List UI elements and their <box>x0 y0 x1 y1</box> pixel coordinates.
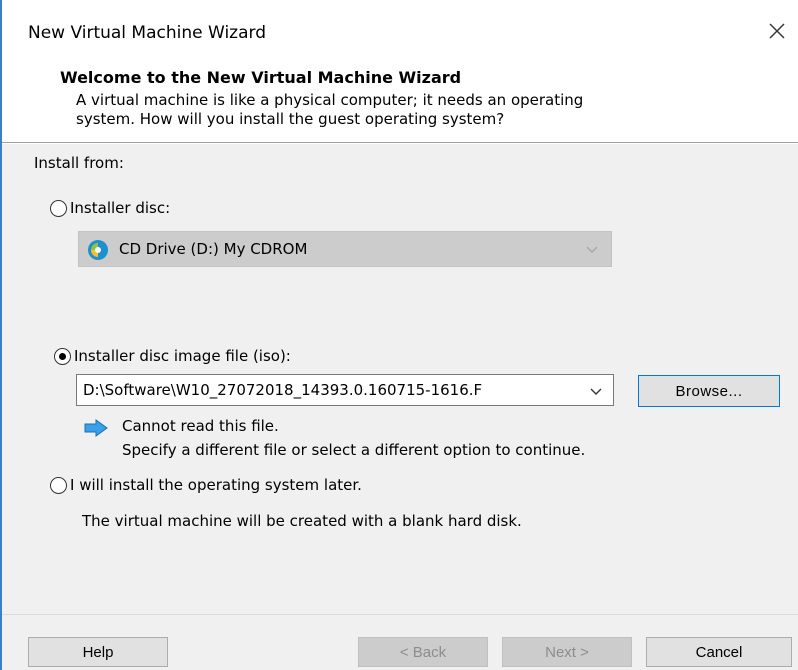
back-button[interactable]: < Back <box>358 637 488 667</box>
chevron-down-icon <box>586 246 598 253</box>
next-button[interactable]: Next > <box>502 637 632 667</box>
install-later-radio[interactable] <box>50 477 67 494</box>
header-subtitle-line1: A virtual machine is like a physical com… <box>76 91 584 109</box>
help-button[interactable]: Help <box>28 637 168 667</box>
browse-button[interactable]: Browse... <box>638 375 780 407</box>
title-bar[interactable]: New Virtual Machine Wizard <box>2 0 798 62</box>
install-from-label: Install from: <box>34 154 124 172</box>
window-title: New Virtual Machine Wizard <box>28 23 266 43</box>
wizard-body: Install from: Installer disc: CD Drive (… <box>2 144 798 614</box>
cd-drive-icon <box>88 240 108 260</box>
radio-selected-dot <box>58 352 66 360</box>
header-subtitle: A virtual machine is like a physical com… <box>76 91 716 129</box>
header-title: Welcome to the New Virtual Machine Wizar… <box>60 68 462 87</box>
chevron-down-icon[interactable] <box>589 386 603 396</box>
disc-drive-select: CD Drive (D:) My CDROM <box>78 231 612 267</box>
header-subtitle-line2: system. How will you install the guest o… <box>76 110 505 128</box>
disc-drive-value: CD Drive (D:) My CDROM <box>119 240 308 258</box>
iso-path-combobox[interactable]: D:\Software\W10_27072018_14393.0.160715-… <box>76 374 614 406</box>
close-icon <box>769 23 785 39</box>
cancel-button[interactable]: Cancel <box>646 637 792 667</box>
arrow-right-icon <box>84 419 108 437</box>
installer-disc-label[interactable]: Installer disc: <box>70 199 170 217</box>
wizard-footer: Help < Back Next > Cancel <box>2 615 798 670</box>
iso-image-radio[interactable] <box>54 348 71 365</box>
install-later-label[interactable]: I will install the operating system late… <box>70 476 362 494</box>
install-later-note: The virtual machine will be created with… <box>82 512 522 530</box>
warning-message: Cannot read this file. <box>122 417 279 435</box>
wizard-header: Welcome to the New Virtual Machine Wizar… <box>2 62 798 142</box>
warning-hint: Specify a different file or select a dif… <box>122 441 586 459</box>
installer-disc-radio[interactable] <box>50 200 67 217</box>
iso-path-value[interactable]: D:\Software\W10_27072018_14393.0.160715-… <box>83 381 577 399</box>
iso-image-label[interactable]: Installer disc image file (iso): <box>74 347 291 365</box>
close-button[interactable] <box>762 16 792 46</box>
